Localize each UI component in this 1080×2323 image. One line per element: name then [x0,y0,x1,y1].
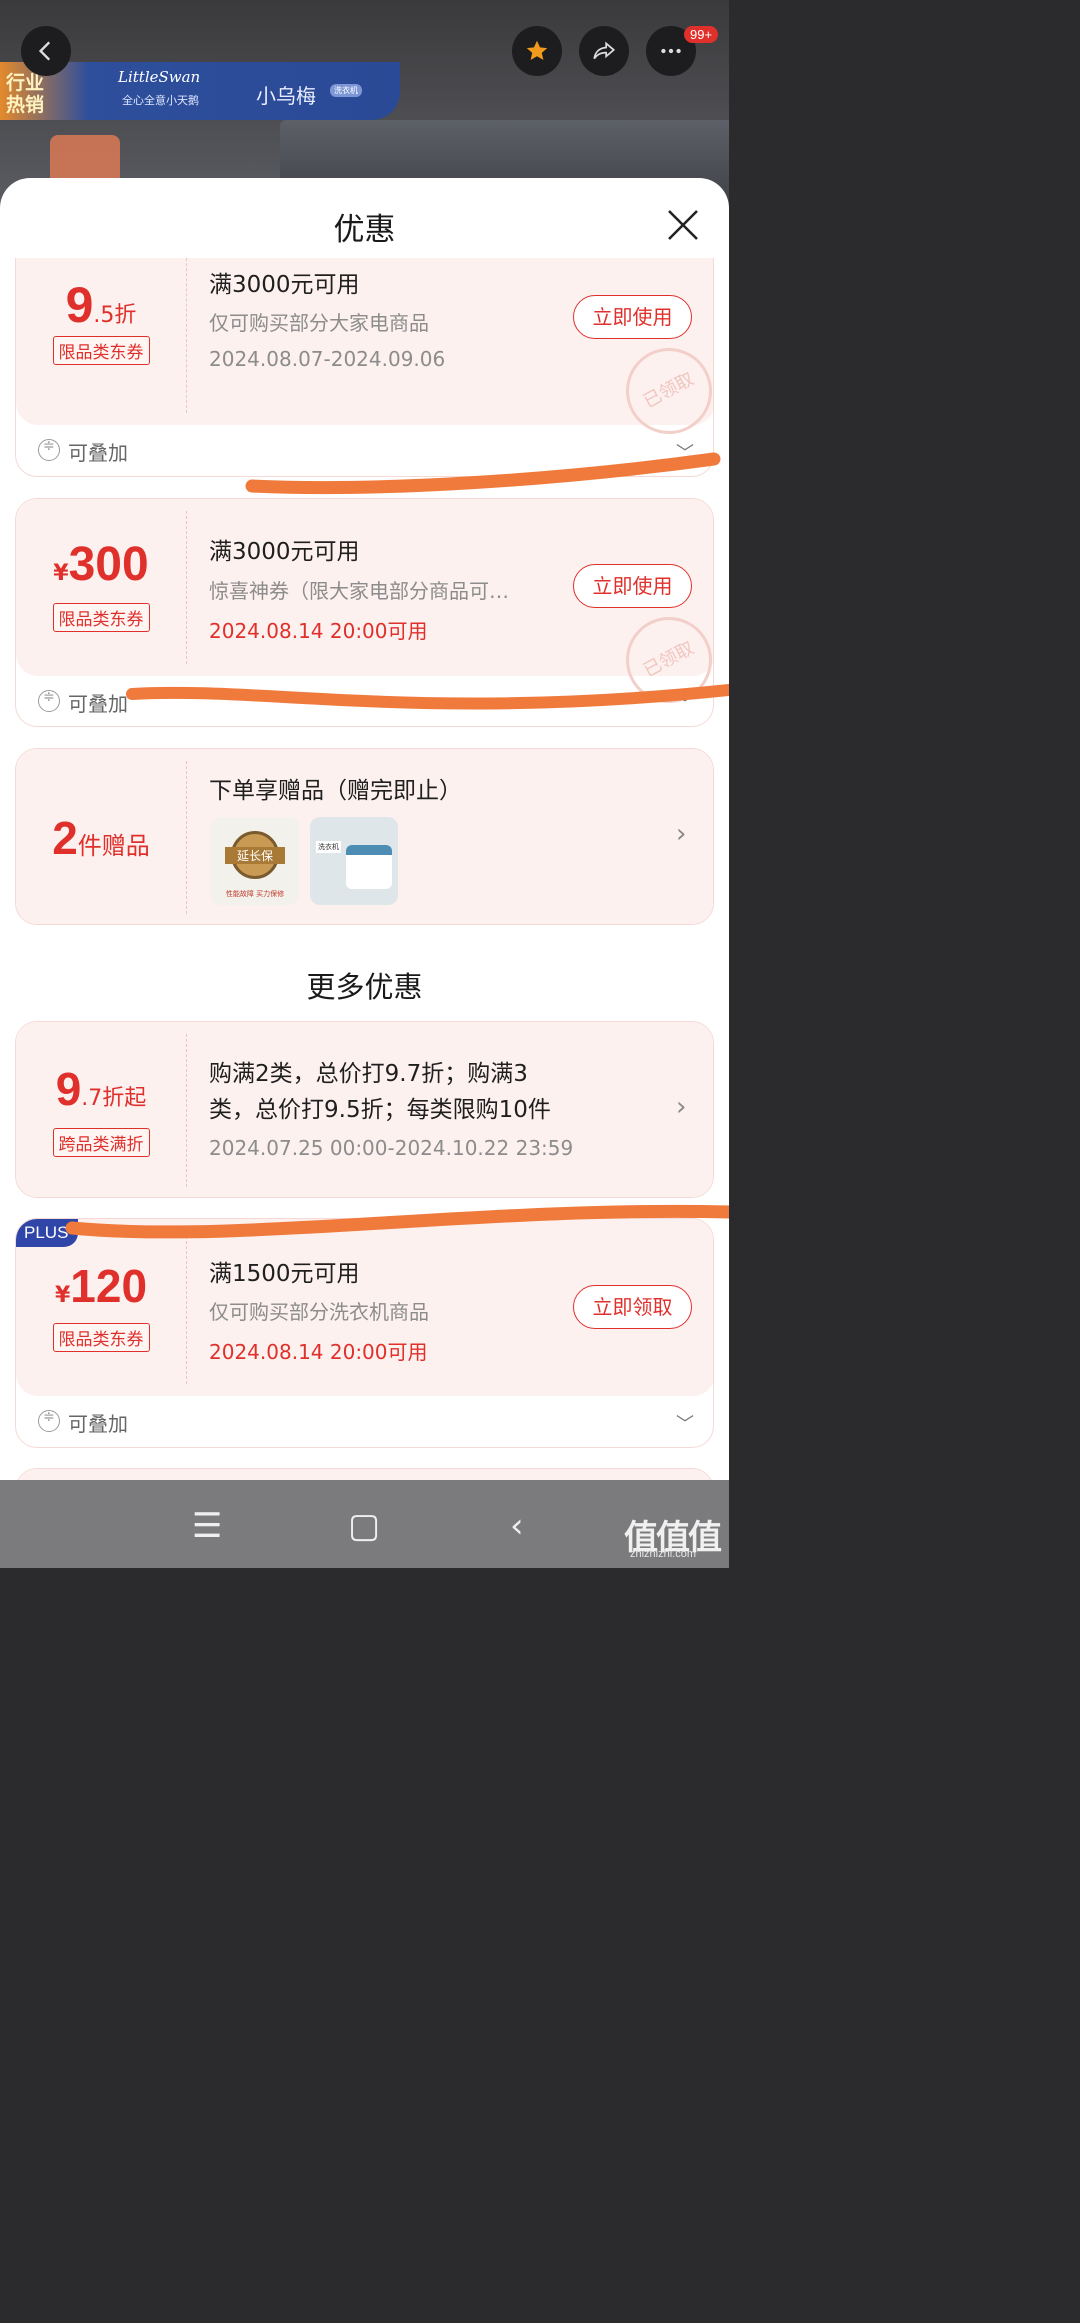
gift-unit: 件赠品 [77,832,150,860]
discount-date: 2024.07.25 00:00-2024.10.22 23:59 [209,1136,574,1160]
coupon-type-tag: 限品类东券 [52,336,150,365]
claim-now-button[interactable]: 立即领取 [573,1285,692,1329]
warranty-sub: 性能故障 买力保修 [225,890,285,898]
stackable-label: 可叠加 [68,1412,128,1436]
plus-member-badge: PLUS [16,1219,79,1247]
coupon-amount-suffix: .5折 [93,303,137,328]
stackable-row[interactable]: 可叠加 ﹀ [16,676,713,726]
site-watermark-url: zhizhizhi.com [630,1548,697,1560]
discount-type-tag: 跨品类满折 [52,1128,150,1157]
chevron-down-icon: ﹀ [676,443,694,464]
use-now-button[interactable]: 立即使用 [573,564,692,608]
coupon-amount: 9 [65,277,94,333]
stackable-label: 可叠加 [68,692,128,716]
discount-card[interactable]: 9.7折起 跨品类满折 购满2类，总价打9.7折；购满3 类，总价打9.5折；每… [15,1021,714,1198]
next-card-peek[interactable] [15,1468,714,1480]
stack-icon [38,1409,60,1432]
gift-thumbnail-warranty[interactable]: 延长保 性能故障 买力保修 [211,817,299,905]
back-triangle-icon[interactable]: ‹ [510,1506,524,1546]
home-square-icon[interactable]: ▢ [348,1506,380,1546]
coupon-condition: 满3000元可用 [209,539,360,565]
coupon-amount: 120 [70,1260,148,1312]
chevron-left-icon [38,41,51,61]
stack-icon [38,689,60,712]
more-dots-icon [661,48,681,54]
hot-sale-tag: 行业热销 [6,72,45,116]
close-button[interactable] [664,206,702,244]
stackable-label: 可叠加 [68,441,128,465]
coupon-description: 仅可购买部分大家电商品 [209,311,429,335]
warranty-label: 延长保 [225,847,285,864]
xiaowumei-badge: 洗衣机 [330,84,362,97]
menu-icon[interactable]: ☰ [192,1506,222,1546]
notification-badge: 99+ [684,26,719,43]
discount-amount: 9 [55,1063,82,1115]
more-offers-title: 更多优惠 [306,970,423,1004]
close-icon [668,210,698,240]
gift-title: 下单享赠品（赠完即止） [209,778,462,804]
mini-washer-label: 洗衣机 [316,841,341,853]
coupon-body: ¥120 限品类东券 满1500元可用 仅可购买部分洗衣机商品 2024.08.… [16,1219,713,1396]
coupon-date: 2024.08.14 20:00可用 [209,1340,428,1364]
coupon-description: 仅可购买部分洗衣机商品 [209,1300,429,1324]
gift-body: 2件赠品 下单享赠品（赠完即止） 延长保 性能故障 买力保修 洗衣机 › [16,749,713,924]
discount-body: 9.7折起 跨品类满折 购满2类，总价打9.7折；购满3 类，总价打9.5折；每… [16,1022,713,1197]
coupon-card[interactable]: ¥300 限品类东券 满3000元可用 惊喜神券（限大家电部分商品可… 2024… [15,498,714,727]
coupon-description: 惊喜神券（限大家电部分商品可… [209,579,509,603]
coupon-type-tag: 限品类东券 [52,603,150,632]
chevron-down-icon: ﹀ [676,1414,694,1435]
discount-suffix: .7折起 [81,1086,147,1111]
gift-count: 2 [52,812,78,864]
discount-rule-line2: 类，总价打9.5折；每类限购10件 [209,1097,551,1123]
coupon-card[interactable]: 9.5折 限品类东券 满3000元可用 仅可购买部分大家电商品 2024.08.… [15,258,714,477]
littleswan-logo: LittleSwan [118,68,201,86]
share-button[interactable] [579,26,629,76]
currency-symbol: ¥ [53,561,69,586]
use-now-button[interactable]: 立即使用 [573,295,692,339]
coupon-date: 2024.08.14 20:00可用 [209,619,428,643]
back-button[interactable] [21,26,71,76]
stack-icon [38,438,60,461]
chevron-right-icon: › [676,819,687,849]
xiaowumei-logo: 小乌梅 [256,84,316,108]
chevron-right-icon: › [676,1092,687,1122]
coupon-amount: 300 [68,538,149,591]
currency-symbol: ¥ [54,1283,71,1308]
coupon-body: ¥300 限品类东券 满3000元可用 惊喜神券（限大家电部分商品可… 2024… [16,499,713,719]
coupon-type-tag: 限品类东券 [52,1323,150,1352]
stackable-row[interactable]: 可叠加 ﹀ [16,1396,713,1447]
favorite-button[interactable] [512,26,562,76]
share-icon [593,41,616,60]
star-icon [526,40,548,60]
gift-card[interactable]: 2件赠品 下单享赠品（赠完即止） 延长保 性能故障 买力保修 洗衣机 › [15,748,714,925]
littleswan-slogan: 全心全意小天鹅 [122,94,199,107]
gift-thumbnail-mini-washer[interactable]: 洗衣机 [310,817,398,905]
chevron-down-icon: ﹀ [676,694,694,715]
coupon-body: 9.5折 限品类东券 满3000元可用 仅可购买部分大家电商品 2024.08.… [16,258,713,450]
coupon-condition: 满1500元可用 [209,1261,360,1287]
coupon-sheet: 优惠 9.5折 限品类东券 满3000元可用 仅可购买部分大家电商品 2024.… [0,178,729,1480]
coupon-date: 2024.08.07-2024.09.06 [209,347,446,371]
stackable-row[interactable]: 可叠加 ﹀ [16,425,713,476]
coupon-condition: 满3000元可用 [209,272,360,298]
discount-rule-line1: 购满2类，总价打9.7折；购满3 [209,1061,528,1087]
plus-coupon-card[interactable]: ¥120 限品类东券 满1500元可用 仅可购买部分洗衣机商品 2024.08.… [15,1218,714,1448]
sheet-title: 优惠 [333,212,396,248]
system-nav-bar: ☰ ▢ ‹ [0,1480,729,1568]
